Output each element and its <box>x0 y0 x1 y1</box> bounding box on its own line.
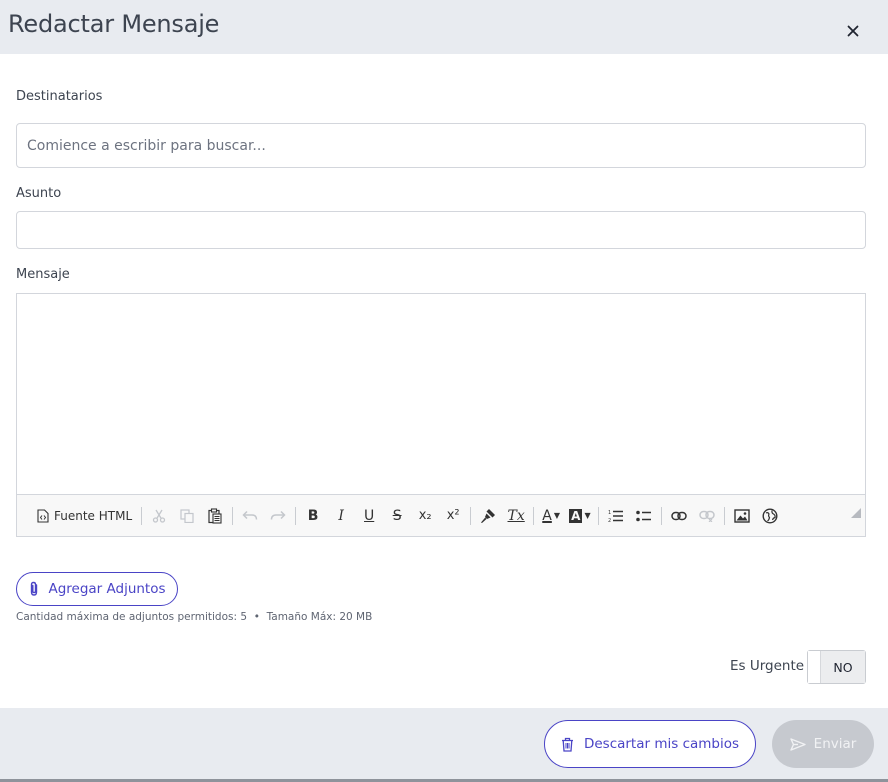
message-label: Mensaje <box>16 267 70 282</box>
subject-input[interactable] <box>16 211 866 249</box>
resize-handle[interactable] <box>851 508 861 518</box>
recipients-input[interactable] <box>16 123 866 168</box>
unlink-icon <box>698 510 715 522</box>
numbered-list-button[interactable]: 1 2 <box>604 503 628 529</box>
underline-button[interactable]: U <box>357 503 381 529</box>
chevron-down-icon: ▼ <box>553 511 560 520</box>
paint-brush-icon <box>481 508 496 523</box>
redo-icon <box>270 510 286 520</box>
source-html-label: Fuente HTML <box>54 508 133 523</box>
message-body[interactable] <box>17 294 865 494</box>
subscript-button[interactable]: x₂ <box>413 503 437 529</box>
discard-changes-label: Descartar mis cambios <box>583 736 740 752</box>
cut-icon <box>152 509 166 523</box>
toolbar-separator <box>723 506 725 525</box>
globe-icon <box>762 507 778 524</box>
copy-format-button[interactable] <box>476 503 500 529</box>
toolbar-separator <box>660 506 662 525</box>
image-icon <box>733 508 750 523</box>
recipients-label: Destinatarios <box>16 89 103 104</box>
toolbar-separator <box>295 506 297 525</box>
strikethrough-button[interactable]: S <box>385 503 409 529</box>
svg-text:1: 1 <box>608 510 611 516</box>
message-editor: Fuente HTML B I U S x₂ x² Tx A ▼ A ▼ 1 2 <box>16 293 866 537</box>
send-label: Enviar <box>813 736 857 752</box>
toolbar-separator <box>533 506 535 525</box>
toggle-knob <box>808 651 821 683</box>
add-attachments-label: Agregar Adjuntos <box>48 581 166 597</box>
source-html-button[interactable]: Fuente HTML <box>33 503 136 529</box>
toolbar-separator <box>470 506 472 525</box>
copy-icon <box>180 508 194 523</box>
attachments-info: Cantidad máxima de adjuntos permitidos: … <box>16 611 373 623</box>
bulleted-list-button[interactable] <box>632 503 656 529</box>
remove-format-button[interactable]: Tx <box>504 503 528 529</box>
dialog-header: Redactar Mensaje <box>0 0 888 54</box>
close-icon <box>847 25 859 37</box>
iframe-button[interactable] <box>758 503 782 529</box>
cut-button[interactable] <box>147 503 171 529</box>
trash-icon <box>561 737 573 752</box>
unlink-button[interactable] <box>695 503 719 529</box>
toolbar-separator <box>232 506 234 525</box>
image-button[interactable] <box>730 503 754 529</box>
bulleted-list-icon <box>635 510 651 521</box>
link-button[interactable] <box>667 503 691 529</box>
link-icon <box>670 511 687 520</box>
undo-button[interactable] <box>238 503 262 529</box>
source-icon <box>37 508 49 523</box>
discard-changes-button[interactable]: Descartar mis cambios <box>544 720 756 768</box>
svg-text:2: 2 <box>608 518 611 523</box>
text-color-icon: A <box>542 507 552 524</box>
copy-button[interactable] <box>175 503 199 529</box>
text-color-button[interactable]: A ▼ <box>539 503 563 529</box>
dialog-title: Redactar Mensaje <box>8 10 220 38</box>
urgent-toggle-label: NO <box>821 651 865 683</box>
background-color-icon: A <box>569 508 583 523</box>
send-button[interactable]: Enviar <box>772 720 874 768</box>
add-attachments-button[interactable]: Agregar Adjuntos <box>16 572 178 606</box>
send-icon <box>789 737 806 751</box>
paste-icon <box>208 507 222 524</box>
redo-button[interactable] <box>266 503 290 529</box>
bold-button[interactable]: B <box>301 503 325 529</box>
close-button[interactable] <box>840 18 866 44</box>
urgent-label: Es Urgente <box>730 658 805 674</box>
superscript-button[interactable]: x² <box>441 503 465 529</box>
paste-button[interactable] <box>203 503 227 529</box>
undo-icon <box>242 510 258 520</box>
subject-label: Asunto <box>16 186 62 201</box>
paperclip-icon <box>31 581 38 596</box>
background-color-button[interactable]: A ▼ <box>567 503 592 529</box>
numbered-list-icon: 1 2 <box>608 510 623 523</box>
italic-button[interactable]: I <box>329 503 353 529</box>
toolbar-separator <box>141 506 143 525</box>
toolbar-separator <box>597 506 599 525</box>
editor-toolbar: Fuente HTML B I U S x₂ x² Tx A ▼ A ▼ 1 2 <box>17 494 865 536</box>
chevron-down-icon: ▼ <box>584 511 591 520</box>
urgent-toggle[interactable]: NO <box>807 650 866 684</box>
